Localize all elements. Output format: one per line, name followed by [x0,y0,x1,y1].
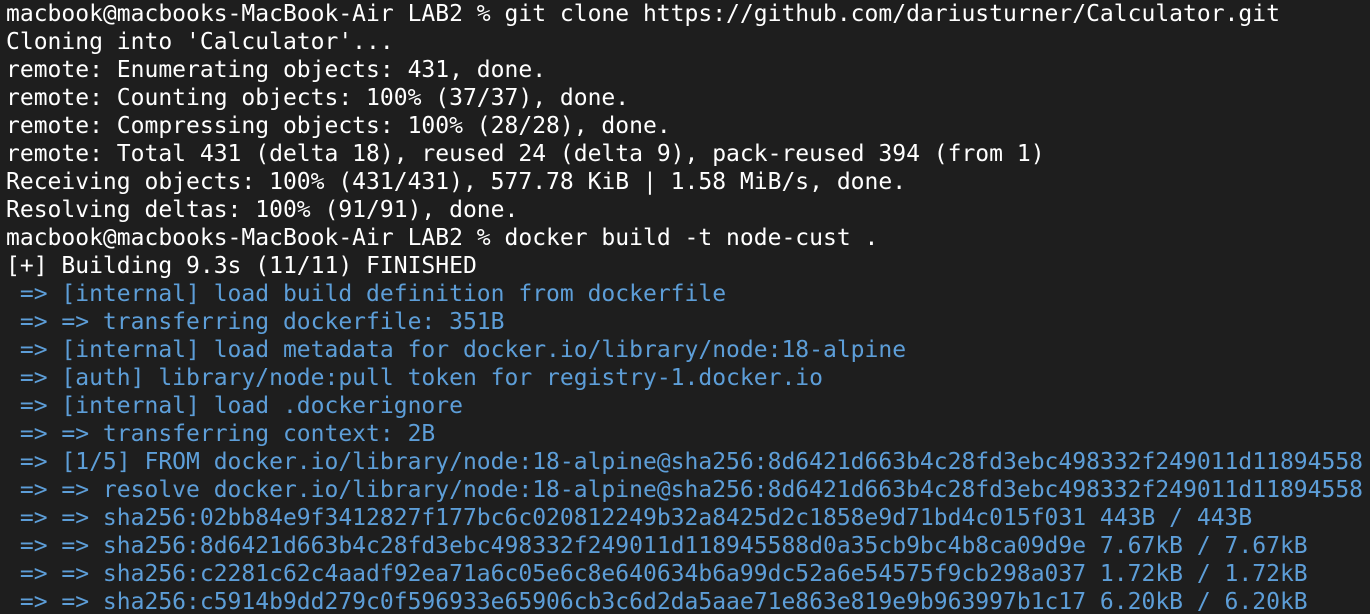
build-step-line: => => sha256:8d6421d663b4c28fd3ebc498332… [6,533,1308,559]
output-line: Receiving objects: 100% (431/431), 577.7… [6,169,907,195]
build-step-line: => => transferring dockerfile: 351B [6,309,505,335]
build-step-line: => => sha256:02bb84e9f3412827f177bc6c020… [6,505,1253,531]
output-line: Resolving deltas: 100% (91/91), done. [6,197,519,223]
output-line: remote: Total 431 (delta 18), reused 24 … [6,141,1045,167]
build-step-line: => => sha256:c2281c62c4aadf92ea71a6c05e6… [6,561,1308,587]
build-step-line: => => transferring context: 2B [6,421,436,447]
output-line: remote: Compressing objects: 100% (28/28… [6,113,671,139]
build-step-line: => [internal] load metadata for docker.i… [6,337,907,363]
output-line: remote: Enumerating objects: 431, done. [6,57,547,83]
build-step-line: => [1/5] FROM docker.io/library/node:18-… [6,449,1364,475]
build-status-line: [+] Building 9.3s (11/11) FINISHED [6,253,477,279]
build-step-line: => [internal] load build definition from… [6,281,727,307]
build-step-line: => [internal] load .dockerignore [6,393,463,419]
terminal-window[interactable]: macbook@macbooks-MacBook-Air LAB2 % git … [0,0,1370,614]
command-line-git-clone: macbook@macbooks-MacBook-Air LAB2 % git … [6,1,1280,27]
build-step-line: => => resolve docker.io/library/node:18-… [6,477,1364,503]
command-line-docker-build: macbook@macbooks-MacBook-Air LAB2 % dock… [6,225,879,251]
build-step-line: => => sha256:c5914b9dd279c0f596933e65906… [6,589,1308,614]
output-line: remote: Counting objects: 100% (37/37), … [6,85,630,111]
build-step-line: => [auth] library/node:pull token for re… [6,365,823,391]
output-line: Cloning into 'Calculator'... [6,29,394,55]
